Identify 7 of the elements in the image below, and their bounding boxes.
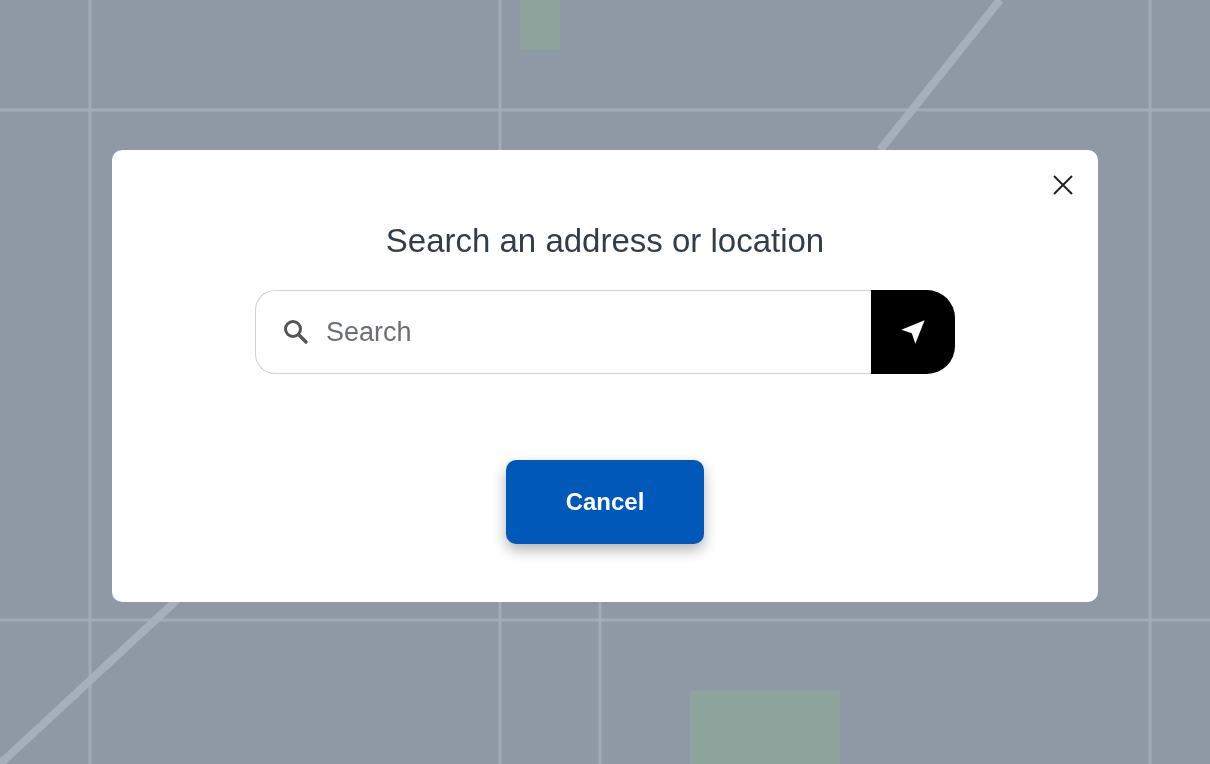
dialog-title: Search an address or location	[385, 222, 825, 260]
navigation-arrow-icon	[899, 318, 927, 346]
cancel-button[interactable]: Cancel	[506, 460, 704, 544]
locate-button[interactable]	[871, 290, 955, 374]
search-field[interactable]: Search	[255, 290, 871, 374]
search-icon	[283, 319, 309, 345]
close-icon	[1053, 175, 1073, 195]
